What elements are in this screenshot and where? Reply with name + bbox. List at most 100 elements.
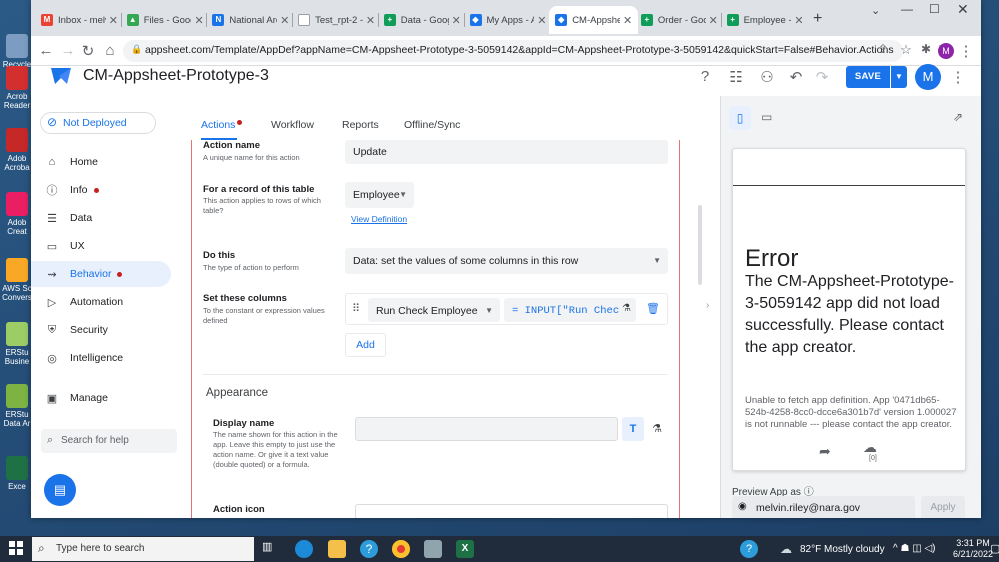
- add-column-button[interactable]: Add: [345, 333, 386, 357]
- desktop-icon[interactable]: ERStu Data Ar: [2, 384, 32, 428]
- tab-actions[interactable]: Actions: [201, 119, 235, 131]
- drag-handle-icon[interactable]: ⠿: [352, 302, 360, 315]
- redo-icon[interactable]: ↷: [812, 68, 832, 88]
- help-icon[interactable]: ?: [695, 68, 715, 88]
- new-tab-button[interactable]: +: [813, 10, 822, 28]
- action-name-input[interactable]: Update: [345, 140, 668, 164]
- browser-tab[interactable]: ◆ My Apps - A ✕: [464, 8, 553, 32]
- tab-workflow[interactable]: Workflow: [271, 119, 314, 131]
- notification-icon[interactable]: ▢: [990, 542, 999, 555]
- sidebar-item-manage[interactable]: ▣ Manage: [31, 385, 171, 411]
- deploy-status-button[interactable]: ⊘ Not Deployed: [40, 112, 156, 134]
- tab-offline-sync[interactable]: Offline/Sync: [404, 119, 460, 131]
- app-menu-icon[interactable]: ⋮: [948, 68, 968, 88]
- weather-text[interactable]: 82°F Mostly cloudy: [800, 544, 885, 555]
- desktop-icon[interactable]: AWS Sc Convers: [2, 258, 32, 302]
- system-tray-icons[interactable]: ^ ☗ ◫ ◁): [893, 543, 935, 554]
- tab-reports[interactable]: Reports: [342, 119, 379, 131]
- browser-tab[interactable]: + Data - Goog ✕: [378, 8, 467, 32]
- tablet-preview-icon[interactable]: ▭: [761, 110, 772, 124]
- close-tab-icon[interactable]: ✕: [366, 14, 375, 27]
- chat-icon[interactable]: ▤: [44, 474, 76, 506]
- sidebar-item-home[interactable]: ⌂ Home: [31, 149, 171, 175]
- sidebar-item-security[interactable]: ⛨ Security: [31, 317, 171, 343]
- sidebar-item-data[interactable]: ☰ Data: [31, 205, 171, 231]
- app-icon[interactable]: [424, 540, 442, 558]
- edge-icon[interactable]: [295, 540, 313, 558]
- bookmark-star-icon[interactable]: ☆: [897, 42, 915, 58]
- browser-tab[interactable]: N National Arc ✕: [206, 8, 295, 32]
- delete-icon[interactable]: 🗑: [646, 302, 660, 315]
- browser-menu-icon[interactable]: ⋮: [957, 42, 975, 60]
- desktop-icon[interactable]: Recycle: [2, 34, 32, 69]
- maximize-icon[interactable]: ☐: [929, 2, 940, 16]
- browser-tab[interactable]: ▲ Files - Googl✕: [121, 8, 210, 32]
- expression-input[interactable]: = INPUT["Run Chec ⚗: [504, 298, 636, 322]
- flask-icon[interactable]: ⚗: [622, 303, 631, 315]
- sidebar-item-ux[interactable]: ▭ UX: [31, 233, 171, 259]
- share-icon[interactable]: ⇪: [874, 42, 892, 56]
- browser-tab[interactable]: Test_rpt-2 - ✕: [292, 8, 381, 32]
- save-options-dropdown[interactable]: ▼: [891, 66, 907, 88]
- taskbar-search-input[interactable]: ⌕ Type here to search: [32, 537, 254, 561]
- desktop-icon[interactable]: Acrob Reader: [2, 66, 32, 110]
- docs-icon[interactable]: ☷: [726, 68, 746, 88]
- sidebar-item-intelligence[interactable]: ◎ Intelligence: [31, 345, 171, 371]
- column-select[interactable]: Run Check Employee ▼: [368, 298, 500, 322]
- view-definition-link[interactable]: View Definition: [351, 214, 407, 224]
- sidebar-item-behavior[interactable]: ⇝ Behavior: [31, 261, 171, 287]
- desktop-icon[interactable]: ERStu Busine: [2, 322, 32, 366]
- action-icon-select[interactable]: [355, 504, 668, 518]
- close-tab-icon[interactable]: ✕: [623, 14, 632, 27]
- preview-user-input[interactable]: ◉ melvin.riley@nara.gov: [732, 496, 915, 518]
- help-tray-icon[interactable]: ?: [740, 540, 758, 558]
- browser-tab[interactable]: M Inbox - melv ✕: [35, 8, 124, 32]
- browser-tab[interactable]: ◆ CM-Appshe ✕: [549, 6, 639, 34]
- table-select[interactable]: Employee ▼: [345, 182, 414, 208]
- forward-icon[interactable]: →: [59, 42, 77, 59]
- close-window-icon[interactable]: ✕: [957, 1, 969, 18]
- apply-button[interactable]: Apply: [921, 496, 965, 518]
- close-tab-icon[interactable]: ✕: [194, 14, 203, 27]
- collapse-preview-icon[interactable]: ›: [706, 300, 709, 311]
- windows-start-icon[interactable]: [9, 541, 23, 555]
- close-tab-icon[interactable]: ✕: [537, 14, 546, 27]
- panel-scrollbar[interactable]: [698, 205, 702, 285]
- profile-avatar[interactable]: M: [938, 43, 954, 59]
- clock[interactable]: 3:31 PM 6/21/2022: [953, 538, 993, 560]
- close-tab-icon[interactable]: ✕: [452, 14, 461, 27]
- save-button[interactable]: SAVE: [846, 66, 890, 88]
- extensions-icon[interactable]: ✱: [917, 42, 935, 56]
- excel-icon[interactable]: X: [456, 540, 474, 558]
- desktop-icon[interactable]: Adob Creat: [2, 192, 32, 236]
- reload-icon[interactable]: ↻: [79, 42, 97, 60]
- help-search-input[interactable]: ⌕ Search for help: [41, 429, 177, 453]
- user-avatar[interactable]: M: [915, 64, 941, 90]
- open-external-icon[interactable]: ⇗: [953, 110, 963, 124]
- desktop-icon[interactable]: Exce: [2, 456, 32, 491]
- close-tab-icon[interactable]: ✕: [709, 14, 718, 27]
- browser-tab[interactable]: + Employee - ✕: [721, 8, 810, 32]
- tab-search-icon[interactable]: ⌄: [871, 4, 880, 17]
- do-this-select[interactable]: Data: set the values of some columns in …: [345, 248, 668, 274]
- close-tab-icon[interactable]: ✕: [109, 14, 118, 27]
- close-tab-icon[interactable]: ✕: [794, 14, 803, 27]
- close-tab-icon[interactable]: ✕: [280, 14, 289, 27]
- file-explorer-icon[interactable]: [328, 540, 346, 558]
- minimize-icon[interactable]: —: [901, 2, 913, 16]
- desktop-icon[interactable]: Adob Acroba: [2, 128, 32, 172]
- text-mode-icon[interactable]: T: [622, 417, 644, 441]
- chrome-icon[interactable]: [392, 540, 410, 558]
- share-arrow-icon[interactable]: ➦: [819, 443, 831, 460]
- flask-icon[interactable]: ⚗: [646, 417, 668, 441]
- help-app-icon[interactable]: ?: [360, 540, 378, 558]
- url-field[interactable]: 🔒 appsheet.com/Template/AppDef?appName=C…: [123, 40, 903, 62]
- undo-icon[interactable]: ↶: [786, 68, 806, 88]
- back-icon[interactable]: ←: [37, 42, 55, 59]
- share-user-icon[interactable]: ⚇: [757, 68, 777, 88]
- sidebar-item-info[interactable]: ⓘ Info: [31, 177, 171, 203]
- home-icon[interactable]: ⌂: [101, 42, 119, 59]
- mobile-preview-icon[interactable]: ▯: [729, 106, 751, 130]
- sidebar-item-automation[interactable]: ▷ Automation: [31, 289, 171, 315]
- sync-cloud-icon[interactable]: ☁: [863, 439, 877, 456]
